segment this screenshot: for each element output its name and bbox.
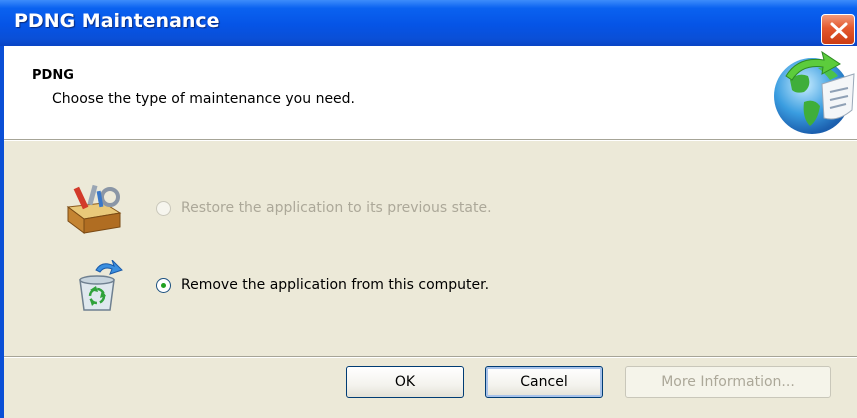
restore-option-label[interactable]: Restore the application to its previous … [181, 200, 492, 216]
close-button[interactable] [821, 14, 855, 45]
radio-selected-dot [161, 283, 166, 288]
maintenance-dialog: PDNG Maintenance PDNG Choose the type of… [0, 0, 857, 418]
header-panel: PDNG Choose the type of maintenance you … [4, 46, 857, 139]
title-bar[interactable]: PDNG Maintenance [0, 0, 857, 46]
window-title: PDNG Maintenance [14, 10, 220, 32]
product-title: PDNG [32, 68, 74, 83]
more-information-button[interactable]: More Information... [625, 366, 831, 398]
options-panel: Restore the application to its previous … [4, 141, 857, 356]
toolbox-icon [66, 184, 122, 234]
remove-option-label[interactable]: Remove the application from this compute… [181, 277, 489, 293]
recycle-bin-icon [79, 260, 123, 311]
header-instructions: Choose the type of maintenance you need. [52, 91, 356, 107]
remove-option-radio[interactable] [156, 278, 171, 293]
button-bar: OK Cancel More Information... [4, 358, 857, 418]
close-icon [830, 22, 848, 39]
restore-option-radio[interactable] [156, 201, 171, 216]
cancel-button[interactable]: Cancel [485, 366, 603, 398]
globe-refresh-icon [774, 50, 855, 134]
ok-button[interactable]: OK [346, 366, 464, 398]
